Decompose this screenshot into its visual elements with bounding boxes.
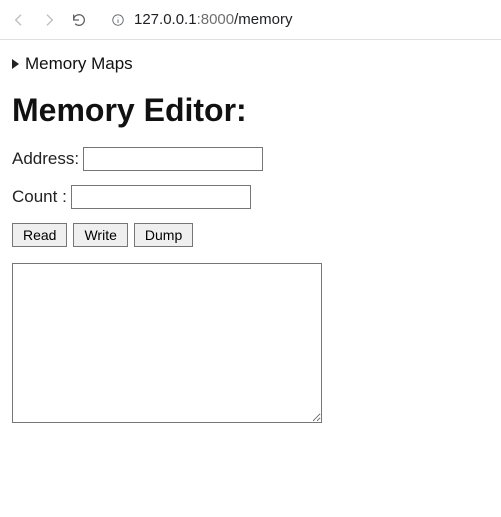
output-textarea[interactable] [12, 263, 322, 423]
memory-maps-summary[interactable]: Memory Maps [12, 54, 489, 74]
address-input[interactable] [83, 147, 263, 171]
memory-maps-details[interactable]: Memory Maps [12, 54, 489, 74]
count-label: Count : [12, 187, 67, 207]
back-icon[interactable] [10, 11, 28, 29]
read-button[interactable]: Read [12, 223, 67, 247]
count-row: Count : [12, 185, 489, 209]
address-label: Address: [12, 149, 79, 169]
disclosure-triangle-icon [12, 59, 19, 69]
dump-button[interactable]: Dump [134, 223, 193, 247]
page-title: Memory Editor: [12, 92, 489, 129]
count-input[interactable] [71, 185, 251, 209]
forward-icon[interactable] [40, 11, 58, 29]
url-text: 127.0.0.1:8000/memory [134, 11, 292, 28]
url-bar[interactable]: 127.0.0.1:8000/memory [100, 7, 491, 32]
browser-toolbar: 127.0.0.1:8000/memory [0, 0, 501, 40]
page-content: Memory Maps Memory Editor: Address: Coun… [0, 40, 501, 436]
memory-maps-label: Memory Maps [25, 54, 133, 74]
write-button[interactable]: Write [73, 223, 127, 247]
reload-icon[interactable] [70, 11, 88, 29]
info-icon[interactable] [110, 12, 126, 28]
button-row: Read Write Dump [12, 223, 489, 247]
address-row: Address: [12, 147, 489, 171]
